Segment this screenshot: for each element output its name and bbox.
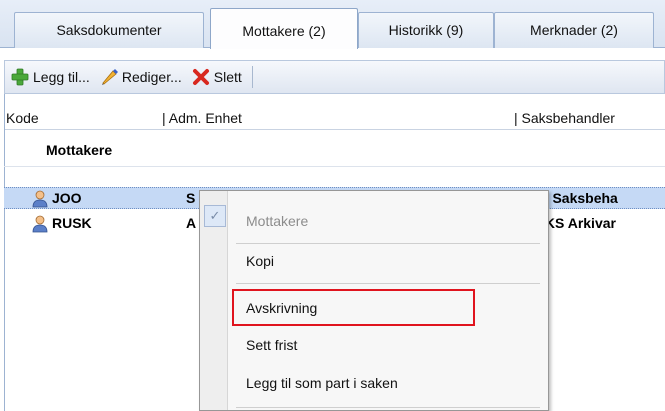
- tab-merknader[interactable]: Merknader (2): [494, 12, 654, 48]
- row-kode: JOO: [52, 190, 82, 206]
- edit-button-label: Rediger...: [121, 69, 182, 85]
- recipients-panel: Saksdokumenter Mottakere (2) Historikk (…: [0, 0, 665, 411]
- delete-button-label: Slett: [213, 69, 242, 85]
- red-x-icon: [192, 68, 210, 86]
- plus-icon: [11, 68, 29, 86]
- toolbar: Legg til... Rediger... Slett: [4, 60, 665, 94]
- tab-historikk[interactable]: Historikk (9): [358, 12, 494, 48]
- pencil-icon: [100, 68, 118, 86]
- group-divider: [4, 166, 665, 167]
- menu-item-mottakere: Mottakere: [246, 213, 309, 229]
- row-adm-enhet: A: [186, 215, 197, 231]
- add-button-label: Legg til...: [33, 69, 90, 85]
- tab-strip: Saksdokumenter Mottakere (2) Historikk (…: [0, 0, 665, 49]
- column-header-row: Kode | Adm. Enhet | Saksbehandler: [4, 110, 665, 128]
- menu-item-sett-frist[interactable]: Sett frist: [230, 331, 540, 359]
- delete-button[interactable]: Slett: [192, 68, 242, 86]
- menu-item-legg-til-som-part[interactable]: Legg til som part i saken: [230, 369, 540, 397]
- tab-mottakere[interactable]: Mottakere (2): [210, 8, 358, 49]
- toolbar-separator: [251, 66, 253, 88]
- edit-button[interactable]: Rediger...: [100, 68, 182, 86]
- add-button[interactable]: Legg til...: [11, 68, 90, 86]
- menu-separator: [236, 243, 540, 244]
- person-icon: [32, 190, 48, 208]
- menu-separator: [236, 407, 540, 408]
- column-header-adm-enhet[interactable]: | Adm. Enhet: [162, 110, 242, 126]
- column-header-saksbehandler[interactable]: | Saksbehandler: [514, 110, 615, 126]
- checkmark-icon: ✓: [204, 205, 226, 227]
- row-adm-enhet: S: [186, 190, 196, 206]
- column-header-kode[interactable]: Kode: [6, 110, 39, 126]
- row-kode: RUSK: [52, 215, 92, 231]
- menu-item-kopi[interactable]: Kopi: [230, 247, 540, 275]
- group-label: Mottakere: [46, 142, 113, 158]
- tab-saksdokumenter[interactable]: Saksdokumenter: [14, 12, 204, 48]
- list-left-border: [4, 94, 5, 411]
- highlight-annotation: [232, 289, 475, 326]
- header-divider: [4, 129, 665, 130]
- person-icon: [32, 215, 48, 233]
- menu-separator: [236, 283, 540, 284]
